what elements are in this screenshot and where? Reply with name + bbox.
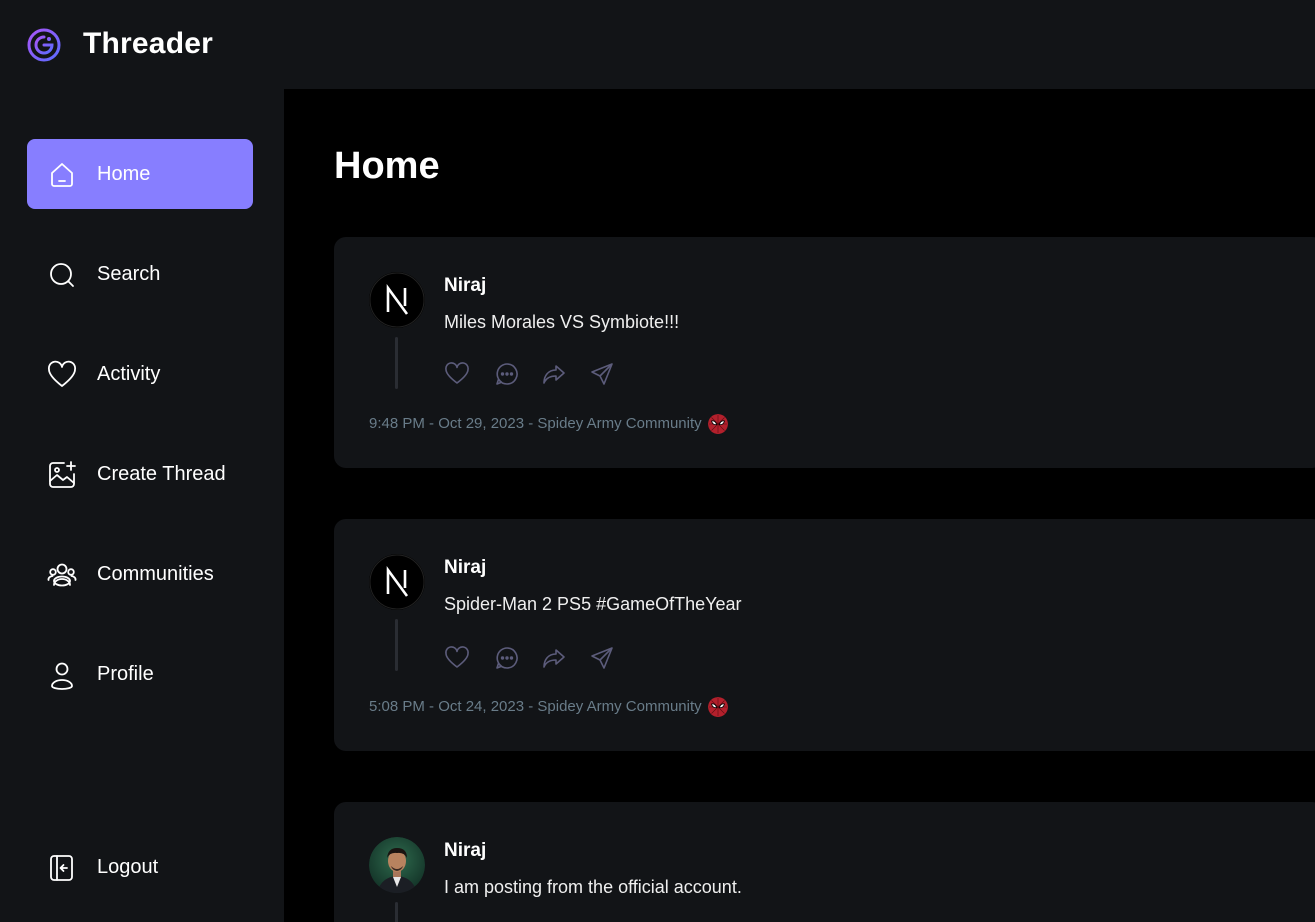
users-icon [47,563,77,587]
logout-label: Logout [97,856,159,878]
image-plus-icon [49,461,76,488]
sidebar-item-create-thread[interactable]: Create Thread [27,439,253,509]
thread-meta-text: 9:48 PM - Oct 29, 2023 - Spidey Army Com… [369,415,702,432]
spiderman-mask-icon[interactable] [707,697,728,717]
search-icon [50,263,74,287]
thread-author[interactable]: Niraj [444,557,486,579]
logout-icon [50,855,73,881]
sidebar-item-label: Search [97,263,161,285]
repost-icon[interactable] [541,645,567,671]
heart-icon[interactable] [444,645,470,671]
sidebar-item-home[interactable]: Home [27,139,253,209]
thread-line [395,337,398,389]
sidebar-item-activity[interactable]: Activity [27,339,253,409]
share-icon[interactable] [589,645,615,671]
thread-line [395,902,398,922]
sidebar-item-label: Create Thread [97,463,226,485]
sidebar-item-label: Profile [97,663,154,685]
thread-author[interactable]: Niraj [444,275,486,297]
thread-card[interactable]: Niraj Miles Morales VS Symbiote!!! 9:48 … [334,237,1315,468]
thread-author[interactable]: Niraj [444,840,486,862]
nextjs-logo-avatar[interactable] [369,554,425,610]
thread-meta: 5:08 PM - Oct 24, 2023 - Spidey Army Com… [369,697,728,717]
user-photo-avatar[interactable] [369,837,425,893]
sidebar-item-search[interactable]: Search [27,239,253,309]
thread-meta-text: 5:08 PM - Oct 24, 2023 - Spidey Army Com… [369,698,702,715]
reply-icon[interactable] [494,361,520,387]
thread-content: I am posting from the official account. [444,877,742,897]
page-title: Home [334,145,440,187]
sidebar: Home Search Activity Create Thread Commu… [0,89,284,922]
spiderman-mask-icon[interactable] [707,414,728,434]
share-icon[interactable] [589,361,615,387]
heart-icon[interactable] [444,361,470,387]
logout-button[interactable]: Logout [27,832,253,902]
home-icon [51,163,73,187]
sidebar-item-communities[interactable]: Communities [27,539,253,609]
thread-card[interactable]: Niraj Spider-Man 2 PS5 #GameOfTheYear 5:… [334,519,1315,751]
user-icon [51,662,73,690]
thread-content: Miles Morales VS Symbiote!!! [444,312,680,332]
topbar: Threader [0,0,1315,89]
repost-icon[interactable] [541,361,567,387]
reply-icon[interactable] [494,645,520,671]
heart-icon [48,360,76,387]
thread-line [395,619,398,671]
sidebar-item-profile[interactable]: Profile [27,639,253,709]
thread-card[interactable]: Niraj I am posting from the official acc… [334,802,1315,922]
sidebar-item-label: Home [97,163,151,185]
sidebar-item-label: Activity [97,363,161,385]
thread-content: Spider-Man 2 PS5 #GameOfTheYear [444,594,742,614]
thread-meta: 9:48 PM - Oct 29, 2023 - Spidey Army Com… [369,414,728,434]
app-name[interactable]: Threader [83,27,213,61]
main-content: Home Niraj Miles Morales VS Symbiote!!! … [284,89,1315,922]
threader-logo-icon[interactable] [26,27,62,63]
nextjs-logo-avatar[interactable] [369,272,425,328]
sidebar-item-label: Communities [97,563,214,585]
